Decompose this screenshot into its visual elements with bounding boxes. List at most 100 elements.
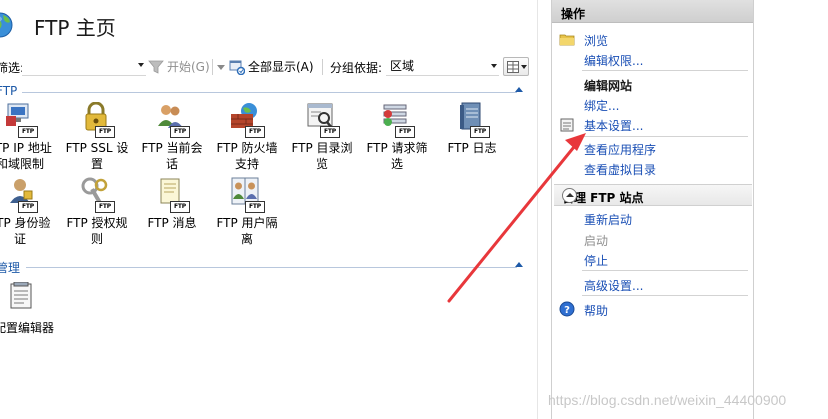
ftp-badge: FTP: [245, 126, 265, 138]
bindings-link[interactable]: 绑定...: [584, 97, 619, 114]
directory-browse-icon: FTP: [304, 102, 340, 138]
filter-label: 筛选:: [0, 61, 25, 75]
user-isolation-icon: FTP: [229, 177, 265, 213]
funnel-icon: [148, 60, 164, 74]
ftp-badge: FTP: [95, 126, 115, 138]
edit-permissions-link[interactable]: 编辑权限...: [584, 52, 643, 69]
show-all-icon: [229, 60, 245, 75]
feature-label: FTP 身份验: [0, 216, 51, 230]
collapse-icon[interactable]: [562, 188, 577, 203]
group-title-ftp: FTP: [0, 84, 18, 98]
feature-label: 和域限制: [0, 157, 44, 171]
grid-view-icon: [507, 61, 519, 73]
ftp-badge: FTP: [170, 201, 190, 213]
actions-separator: [582, 70, 748, 71]
group-header-ftp[interactable]: FTP: [0, 84, 537, 100]
ftp-badge: FTP: [470, 126, 490, 138]
toolbar-separator: [212, 59, 213, 75]
feature-configuration-editor[interactable]: 配置编辑器: [0, 282, 56, 336]
feature-label: FTP 授权规: [66, 216, 128, 230]
actions-separator: [582, 270, 748, 271]
group-divider: [22, 92, 517, 93]
start-filter-label: 开始(G): [167, 60, 210, 74]
features-view: FTP 主页 筛选: 开始(G) 全部显示(A) 分组依据: 区域 TP FTP…: [0, 0, 537, 419]
basic-settings-link[interactable]: 基本设置...: [584, 117, 643, 134]
globe-icon: [0, 12, 13, 38]
feature-ftp-directory-browsing[interactable]: FTP FTP 目录浏 览: [286, 102, 358, 172]
feature-label: 览: [315, 157, 328, 171]
feature-label: FTP 防火墙: [216, 141, 278, 155]
window-background: [755, 0, 828, 419]
ftp-badge: FTP: [18, 201, 38, 213]
actions-header: 操作: [552, 0, 753, 23]
browse-link[interactable]: 浏览: [584, 32, 608, 49]
feature-label: 选: [390, 157, 403, 171]
settings-page-icon: [560, 118, 574, 132]
authentication-icon: FTP: [2, 177, 38, 213]
collapse-icon[interactable]: [515, 262, 523, 267]
config-editor-icon: [2, 282, 38, 318]
view-virtual-directories-link[interactable]: 查看虚拟目录: [584, 161, 656, 178]
feature-ftp-ssl-settings[interactable]: FTP FTP SSL 设 置: [61, 102, 133, 172]
watermark: https://blog.csdn.net/weixin_44400900: [548, 392, 787, 408]
chevron-down-icon[interactable]: [491, 64, 497, 68]
show-all-label: 全部显示(A): [248, 60, 314, 74]
key-icon: FTP: [79, 177, 115, 213]
ftp-badge: FTP: [320, 126, 340, 138]
collapse-icon[interactable]: [515, 87, 523, 92]
feature-ftp-logging[interactable]: FTP FTP 日志: [436, 102, 508, 156]
view-mode-button[interactable]: [503, 57, 529, 76]
show-all-button[interactable]: 全部显示(A): [229, 57, 314, 76]
group-header-manage[interactable]: 管理: [0, 259, 537, 275]
group-divider: [26, 267, 517, 268]
actions-title: 操作: [561, 7, 586, 21]
feature-label: FTP 消息: [147, 216, 197, 230]
feature-label: 话: [165, 157, 178, 171]
start-link[interactable]: 启动: [584, 232, 608, 249]
chevron-down-icon: [521, 65, 527, 69]
feature-label: 配置编辑器: [0, 321, 54, 335]
ftp-badge: FTP: [245, 201, 265, 213]
help-link[interactable]: 帮助: [584, 302, 608, 319]
ftp-badge: FTP: [95, 201, 115, 213]
pane-splitter[interactable]: [537, 0, 550, 419]
feature-label: FTP 日志: [447, 141, 497, 155]
ftp-badge: FTP: [18, 126, 38, 138]
feature-ftp-authorization-rules[interactable]: FTP FTP 授权规 则: [61, 177, 133, 247]
feature-ftp-ip-restrictions[interactable]: FTP FTP IP 地址 和域限制: [0, 102, 56, 172]
filter-toolbar: 筛选: 开始(G) 全部显示(A) 分组依据: 区域: [0, 54, 537, 79]
folder-icon: [559, 34, 575, 46]
group-by-value: 区域: [390, 59, 415, 73]
feature-label: FTP 用户隔: [216, 216, 278, 230]
feature-label: 离: [240, 232, 253, 246]
chevron-down-icon[interactable]: [138, 63, 144, 67]
request-filter-icon: FTP: [379, 102, 415, 138]
feature-ftp-request-filtering[interactable]: FTP FTP 请求筛 选: [361, 102, 433, 172]
log-book-icon: FTP: [454, 102, 490, 138]
group-title-manage: 管理: [0, 261, 21, 275]
ip-restrictions-icon: FTP: [2, 102, 38, 138]
feature-ftp-current-sessions[interactable]: FTP FTP 当前会 话: [136, 102, 208, 172]
stop-link[interactable]: 停止: [584, 252, 608, 269]
feature-ftp-messages[interactable]: FTP FTP 消息: [136, 177, 208, 231]
advanced-settings-link[interactable]: 高级设置...: [584, 277, 643, 294]
restart-link[interactable]: 重新启动: [584, 211, 632, 228]
manage-ftp-site-section[interactable]: 管理 FTP 站点: [554, 184, 752, 206]
padlock-icon: FTP: [79, 102, 115, 138]
filter-input[interactable]: [22, 57, 146, 76]
actions-pane: 操作 浏览 编辑权限... 编辑网站 绑定... 基本设置... 查看应用程序 …: [551, 0, 754, 419]
group-by-select[interactable]: 区域: [386, 57, 499, 76]
group-by-label: 分组依据:: [330, 61, 383, 75]
feature-ftp-user-isolation[interactable]: FTP FTP 用户隔 离: [211, 177, 283, 247]
start-filter-button[interactable]: 开始(G): [148, 57, 210, 76]
ftp-badge: FTP: [170, 126, 190, 138]
page-title: FTP 主页: [34, 16, 116, 40]
feature-label: FTP SSL 设: [65, 141, 129, 155]
chevron-down-icon[interactable]: [217, 65, 225, 71]
help-icon: ?: [559, 301, 575, 317]
feature-ftp-authentication[interactable]: FTP FTP 身份验 证: [0, 177, 56, 247]
firewall-icon: FTP: [229, 102, 265, 138]
feature-label: 证: [13, 232, 26, 246]
feature-ftp-firewall-support[interactable]: FTP FTP 防火墙 支持: [211, 102, 283, 172]
view-applications-link[interactable]: 查看应用程序: [584, 141, 656, 158]
